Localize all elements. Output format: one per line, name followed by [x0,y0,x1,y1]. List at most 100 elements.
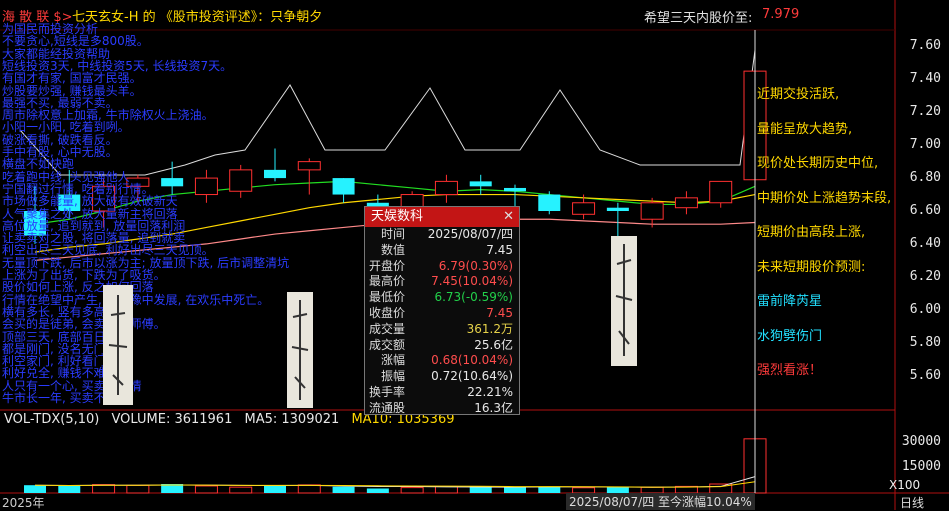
candle-body[interactable] [572,202,596,215]
volume-bar [264,485,286,493]
right-annotation: 水狗劈伤门 [757,328,823,344]
candle-body[interactable] [434,180,458,196]
candle-body[interactable] [264,169,286,179]
popup-row-value: 16.3亿 [474,400,513,415]
volume-bar [504,487,526,493]
popup-rows: 时间 2025/08/07/四数值 7.45 开盘价 6.79(0.30%) 最高价 7.4… [365,227,519,417]
vol-value: VOLUME: 3611961 [111,412,233,427]
popup-row: 成交额 25.6亿 [365,338,519,354]
candle-body[interactable] [709,180,733,204]
date-info: 2025/08/07/四 至今涨幅10.04% [566,493,755,510]
volume-unit: X100 [889,478,921,492]
popup-row-value: 6.79(0.30%) [438,258,513,273]
price-tick: 7.20 [909,104,941,120]
price-tick: 7.40 [909,71,941,87]
calligraphy-image-1 [103,285,133,405]
popup-row: 成交量 361.2万 [365,322,519,338]
popup-row: 最高价 7.45(10.04%) [365,274,519,290]
volume-bar [400,487,424,494]
popup-row-label: 振幅 [380,369,405,384]
popup-row-label: 最高价 [368,274,405,289]
calligraphy-glyph-3 [615,244,633,356]
volume-bar [297,484,321,494]
popup-row-label: 流通股 [368,400,405,415]
popup-row-label: 换手率 [368,384,405,399]
candle-body[interactable] [674,197,698,209]
popup-row: 收盘价 7.45 [365,306,519,322]
popup-row: 数值 7.45 [365,243,519,259]
popup-row-value: 22.21% [467,384,513,399]
year-label: 2025年 [2,496,45,510]
right-annotation: 现价处长期历史中位, [757,156,879,171]
candle-body[interactable] [469,181,492,187]
vol-ma5: MA5: 1309021 [244,412,340,427]
volume-ma-lines [34,476,756,488]
price-tick: 7.00 [909,137,941,153]
popup-row: 涨幅 0.68(10.04%) [365,353,519,369]
popup-row-value: 0.72(10.64%) [431,369,513,384]
popup-row: 换手率 22.21% [365,385,519,401]
candle-body[interactable] [504,187,526,192]
right-annotation: 中期价处上涨趋势末段, [757,190,892,206]
volume-bar [194,485,218,494]
popup-header[interactable]: 天娱数科 ✕ [365,207,519,227]
candle-body[interactable] [332,178,355,195]
left-note-line: 牛市长一年, 买卖不熊 [2,391,118,405]
volume-bar [538,487,561,493]
right-annotation: 近期交投活跃, [757,87,840,102]
candle-body[interactable] [161,178,184,187]
popup-row: 最低价 6.73(-0.59%) [365,290,519,306]
calligraphy-image-3 [611,236,637,366]
popup-row-label: 涨幅 [380,353,405,368]
price-tick: 6.20 [909,268,941,284]
candle-body[interactable] [640,202,664,220]
candle-body[interactable] [297,161,321,171]
volume-bar [434,485,458,494]
popup-title: 天娱数科 [371,209,424,224]
popup-row-label: 成交量 [368,321,405,336]
price-tick: 6.80 [909,170,941,186]
candle-body[interactable] [606,207,629,211]
candle-body[interactable] [194,177,218,196]
price-tick: 6.60 [909,203,941,218]
popup-row-value: 25.6亿 [474,337,513,352]
popup-row-value: 6.73(-0.59%) [434,290,513,305]
stock-info-popup[interactable]: 天娱数科 ✕ 时间 2025/08/07/四数值 7.45 开盘价 6.79(0.30%… [364,206,520,415]
price-tick: 6.00 [909,301,941,317]
popup-row-value: 7.45 [486,242,513,257]
volume-bar [126,484,150,494]
volume-tick: 15000 [901,459,941,474]
volume-bar [58,485,81,493]
popup-row-value: 361.2万 [466,321,513,336]
price-tick: 5.80 [909,334,941,350]
period-selector[interactable]: 日线 [900,494,924,511]
popup-row: 开盘价 6.79(0.30%) [365,259,519,275]
right-annotation: 未来短期股价预测: [757,259,866,275]
popup-row: 流通股 16.3亿 [365,401,519,417]
volume-tick: 30000 [901,434,941,449]
volume-bar [332,486,355,493]
volume-bar [366,488,389,493]
candle-body[interactable] [229,169,253,192]
popup-row-value: 7.45(10.04%) [431,274,513,289]
volume-bar [229,486,253,494]
popup-row-value: 7.45 [486,305,513,320]
popup-row-label: 开盘价 [368,258,405,273]
popup-row-label: 成交额 [368,337,405,352]
candle-body[interactable] [538,194,561,211]
calligraphy-image-2 [287,292,313,408]
popup-row-label: 收盘价 [368,305,405,320]
volume-bar [92,484,116,494]
popup-row-value: 2025/08/07/四 [427,227,513,241]
right-annotation: 强烈看涨！ [757,363,823,378]
popup-row-value: 0.68(10.04%) [431,353,513,368]
price-tick: 7.60 [909,38,941,54]
calligraphy-glyph-1 [108,295,128,395]
vol-indicator-name: VOL-TDX(5,10) [4,412,100,427]
right-annotation: 短期价由高段上涨, [757,225,866,240]
popup-row-label: 时间 [380,227,405,241]
popup-row: 时间 2025/08/07/四 [365,227,519,243]
right-annotation: 量能呈放大趋势, [757,121,853,137]
close-icon[interactable]: ✕ [503,207,514,227]
popup-row-label: 最低价 [368,290,405,305]
